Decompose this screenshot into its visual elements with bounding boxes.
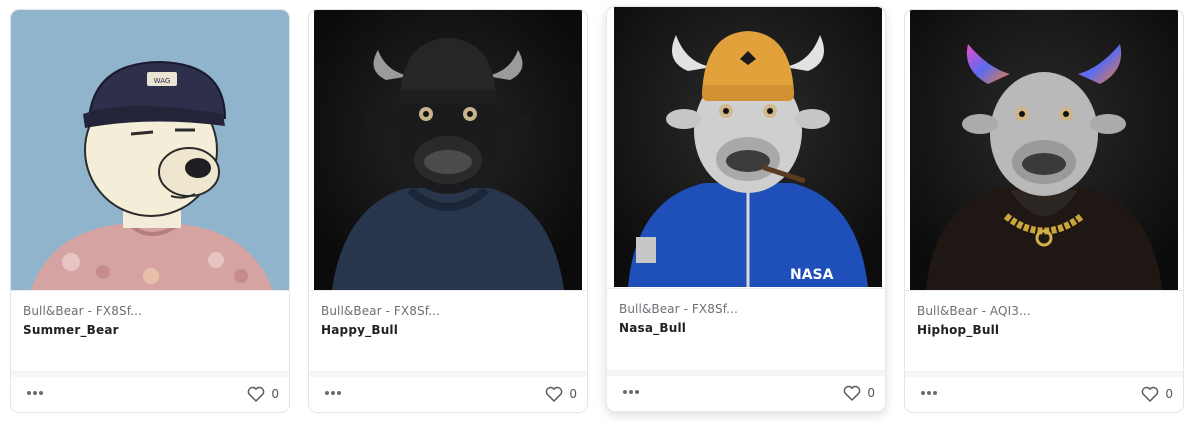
more-options-button[interactable] [25, 386, 45, 400]
like-count: 0 [569, 387, 577, 401]
nft-name[interactable]: Hiphop_Bull [917, 323, 999, 337]
collection-name[interactable]: Bull&Bear - FX8Sf... [619, 302, 738, 316]
like-button[interactable]: 0 [1141, 385, 1173, 403]
card-footer: 0 [309, 371, 587, 412]
nft-image-nasa-bull[interactable]: NASA [614, 7, 882, 287]
card-info: Bull&Bear - FX8Sf... Summer_Bear [11, 290, 289, 376]
like-button[interactable]: 0 [843, 384, 875, 402]
nft-name[interactable]: Happy_Bull [321, 323, 398, 337]
more-horizontal-icon [921, 391, 937, 395]
nft-card[interactable]: Bull&Bear - FX8Sf... Happy_Bull 0 [308, 9, 588, 413]
card-footer: 0 [607, 370, 885, 411]
nft-image-happy-bull[interactable] [314, 10, 582, 290]
collection-name[interactable]: Bull&Bear - FX8Sf... [23, 304, 142, 318]
svg-text:WAG: WAG [154, 77, 171, 85]
more-options-button[interactable] [323, 386, 343, 400]
more-horizontal-icon [325, 391, 341, 395]
like-count: 0 [1165, 387, 1173, 401]
svg-text:NASA: NASA [790, 267, 834, 283]
card-info: Bull&Bear - FX8Sf... Nasa_Bull [607, 288, 885, 374]
nft-name[interactable]: Summer_Bear [23, 323, 119, 337]
collection-name[interactable]: Bull&Bear - FX8Sf... [321, 304, 440, 318]
more-horizontal-icon [27, 391, 43, 395]
nft-name[interactable]: Nasa_Bull [619, 321, 686, 335]
nft-card[interactable]: NASA Bull&Bear - FX8Sf... Nasa_Bull 0 [606, 6, 886, 412]
nft-image-hiphop-bull[interactable] [910, 10, 1178, 290]
heart-icon [247, 386, 265, 402]
nft-card-grid: WAG Bull&Bear - FX8Sf... Summer_Bear 0 B… [0, 0, 1201, 430]
like-button[interactable]: 0 [247, 385, 279, 403]
card-footer: 0 [11, 371, 289, 412]
more-options-button[interactable] [919, 386, 939, 400]
like-count: 0 [271, 387, 279, 401]
like-button[interactable]: 0 [545, 385, 577, 403]
card-info: Bull&Bear - FX8Sf... Happy_Bull [309, 290, 587, 376]
card-info: Bull&Bear - AQI3... Hiphop_Bull [905, 290, 1183, 376]
nft-image-summer-bear[interactable]: WAG [11, 10, 289, 290]
more-horizontal-icon [623, 390, 639, 394]
card-footer: 0 [905, 371, 1183, 412]
heart-icon [545, 386, 563, 402]
heart-icon [843, 385, 861, 401]
nft-card[interactable]: Bull&Bear - AQI3... Hiphop_Bull 0 [904, 9, 1184, 413]
collection-name[interactable]: Bull&Bear - AQI3... [917, 304, 1031, 318]
like-count: 0 [867, 386, 875, 400]
heart-icon [1141, 386, 1159, 402]
nft-card[interactable]: WAG Bull&Bear - FX8Sf... Summer_Bear 0 [10, 9, 290, 413]
more-options-button[interactable] [621, 385, 641, 399]
